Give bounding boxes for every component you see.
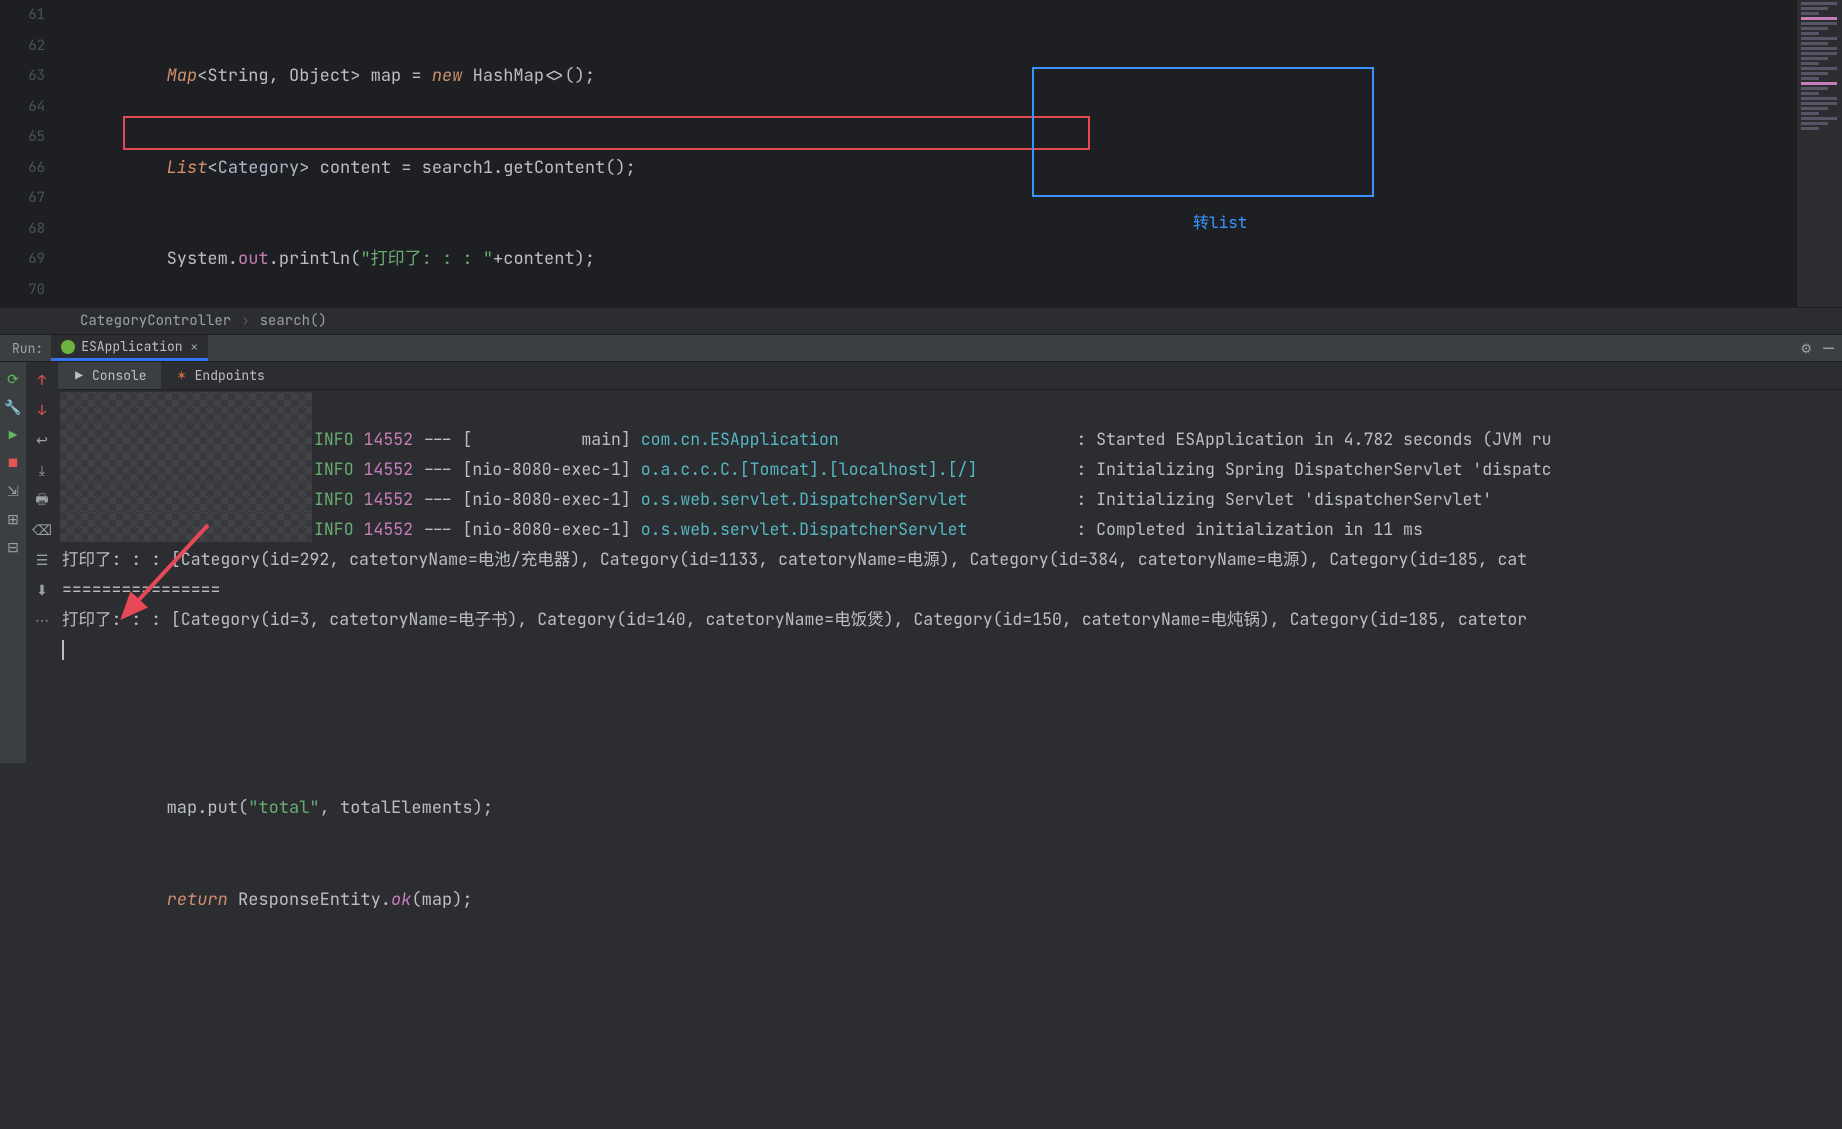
redaction-block [60, 452, 312, 482]
line-number: 69 [0, 244, 45, 275]
layout-icon[interactable]: ⊞ [2, 509, 24, 531]
clear-icon[interactable]: ⌫ [30, 519, 54, 543]
rerun-button[interactable]: ⟳ [2, 369, 24, 391]
console-panel[interactable]: ▶ Console ✶ Endpoints INFO 14552 --- [ m… [58, 362, 1842, 763]
run-config-tab[interactable]: ESApplication ✕ [51, 335, 208, 361]
line-number: 70 [0, 275, 45, 306]
console-sub-tabs: ▶ Console ✶ Endpoints [58, 362, 1842, 390]
endpoints-icon: ✶ [175, 369, 189, 383]
layout2-icon[interactable]: ⊟ [2, 537, 24, 559]
redaction-block [60, 512, 312, 542]
code-line-70[interactable]: return ResponseEntity.ok(map); [85, 885, 1842, 916]
attach-icon[interactable]: ⇲ [2, 481, 24, 503]
code-line-62[interactable]: List<Category> content = search1.getCont… [85, 153, 1842, 184]
redaction-block [60, 482, 312, 512]
line-number: 68 [0, 214, 45, 245]
code-line-69[interactable]: map.put("total", totalElements); [85, 793, 1842, 824]
download-icon[interactable]: ⬇ [30, 579, 54, 603]
editor-minimap[interactable] [1797, 0, 1842, 307]
run-toolbar-primary: ⟳ 🔧 ▶ ■ ⇲ ⊞ ⊟ [0, 362, 26, 763]
annotation-blue-label: 转list [1193, 208, 1247, 239]
run-config-name: ESApplication [81, 338, 182, 355]
redaction-block [60, 392, 312, 422]
code-content[interactable]: Map<String, Object> map = new HashMap<>(… [65, 0, 1842, 307]
line-number: 61 [0, 0, 45, 31]
line-number: 62 [0, 31, 45, 62]
gear-icon[interactable]: ⚙ [1800, 340, 1812, 357]
run-tool-window-header: Run: ESApplication ✕ ⚙ — [0, 334, 1842, 362]
scroll-to-end-icon[interactable]: ⤓ [30, 459, 54, 483]
stop-button[interactable]: ■ [2, 453, 24, 475]
run-tool-window-body: ⟳ 🔧 ▶ ■ ⇲ ⊞ ⊟ ↑ ↓ ↩ ⤓ 🖶 ⌫ ☰ ⬇ ⋯ ▶ Consol… [0, 362, 1842, 763]
line-number: 67 [0, 183, 45, 214]
line-number: 63 [0, 61, 45, 92]
endpoints-tab[interactable]: ✶ Endpoints [161, 362, 279, 389]
spring-boot-icon [61, 340, 75, 354]
more-icon[interactable]: ⋯ [30, 609, 54, 633]
redaction-block [60, 422, 312, 452]
endpoints-tab-label: Endpoints [195, 367, 265, 384]
run-button[interactable]: ▶ [2, 425, 24, 447]
wrench-icon[interactable]: 🔧 [2, 397, 24, 419]
code-editor[interactable]: 61 62 63 64 65 66 67 68 69 70 Map<String… [0, 0, 1842, 307]
code-line-63[interactable]: System.out.println("打印了: : : "+content); [85, 244, 1842, 275]
minimize-icon[interactable]: — [1823, 337, 1834, 360]
line-number: 65 [0, 122, 45, 153]
line-number: 64 [0, 92, 45, 123]
close-icon[interactable]: ✕ [191, 339, 198, 355]
run-label: Run: [4, 340, 51, 357]
up-arrow-icon[interactable]: ↑ [30, 369, 54, 393]
soft-wrap-icon[interactable]: ↩ [30, 429, 54, 453]
console-tab[interactable]: ▶ Console [58, 362, 161, 389]
console-icon: ▶ [72, 369, 86, 383]
run-toolbar-secondary: ↑ ↓ ↩ ⤓ 🖶 ⌫ ☰ ⬇ ⋯ [26, 362, 58, 763]
down-arrow-icon[interactable]: ↓ [30, 399, 54, 423]
line-number: 66 [0, 153, 45, 184]
filter-icon[interactable]: ☰ [30, 549, 54, 573]
console-tab-label: Console [92, 367, 147, 384]
annotation-red-box [123, 116, 1090, 150]
print-icon[interactable]: 🖶 [30, 489, 54, 513]
line-number-gutter: 61 62 63 64 65 66 67 68 69 70 [0, 0, 65, 307]
console-output[interactable]: INFO 14552 --- [ main] com.cn.ESApplicat… [58, 390, 1842, 668]
code-line-61[interactable]: Map<String, Object> map = new HashMap<>(… [85, 61, 1842, 92]
